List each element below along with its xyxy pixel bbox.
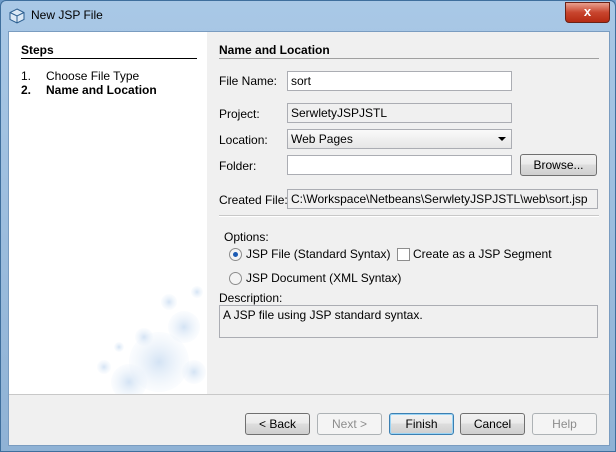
window-title: New JSP File — [31, 8, 103, 22]
step-label: Choose File Type — [46, 69, 140, 83]
browse-button[interactable]: Browse... — [520, 154, 597, 176]
steps-panel: Steps 1. Choose File Type 2. Name and Lo… — [9, 32, 207, 394]
radio-selected-dot — [233, 252, 238, 257]
step-label: Name and Location — [46, 83, 157, 97]
jsp-segment-checkbox[interactable] — [397, 248, 410, 261]
file-name-label: File Name: — [219, 74, 278, 88]
netbeans-cube-icon — [9, 8, 25, 24]
next-button[interactable]: Next > — [317, 413, 382, 435]
created-file-label: Created File: — [219, 193, 288, 207]
location-label: Location: — [219, 133, 268, 147]
description-box: A JSP file using JSP standard syntax. — [219, 305, 598, 338]
options-label: Options: — [224, 230, 269, 244]
jsp-document-label[interactable]: JSP Document (XML Syntax) — [246, 271, 401, 285]
steps-divider — [21, 58, 197, 59]
title-bar[interactable]: New JSP File x — [1, 1, 615, 31]
jsp-document-radio[interactable] — [229, 272, 242, 285]
folder-input[interactable] — [287, 155, 512, 175]
project-field: SerwletyJSPJSTL — [287, 103, 512, 123]
cancel-button[interactable]: Cancel — [460, 413, 525, 435]
title-divider — [219, 58, 599, 59]
button-bar-divider — [9, 394, 609, 395]
step-number: 1. — [21, 69, 32, 83]
step-number: 2. — [21, 83, 32, 97]
chevron-down-icon — [498, 137, 506, 141]
decorative-bubbles-image — [97, 286, 206, 394]
finish-button[interactable]: Finish — [389, 413, 454, 435]
page-title: Name and Location — [219, 43, 330, 57]
project-label: Project: — [219, 107, 260, 121]
dialog-window: New JSP File x Steps 1. Choose File Type… — [0, 0, 616, 452]
jsp-file-radio[interactable] — [229, 248, 242, 261]
description-text: A JSP file using JSP standard syntax. — [223, 308, 423, 322]
description-label: Description: — [219, 291, 283, 305]
separator — [219, 215, 599, 217]
location-value: Web Pages — [291, 132, 353, 146]
dialog-content: Steps 1. Choose File Type 2. Name and Lo… — [8, 31, 610, 446]
folder-label: Folder: — [219, 159, 257, 173]
jsp-segment-label[interactable]: Create as a JSP Segment — [413, 247, 552, 261]
close-icon: x — [583, 4, 592, 19]
location-select[interactable]: Web Pages — [287, 129, 512, 149]
close-button[interactable]: x — [565, 2, 610, 23]
back-button[interactable]: < Back — [245, 413, 310, 435]
help-button[interactable]: Help — [532, 413, 597, 435]
created-file-field: C:\Workspace\Netbeans\SerwletyJSPJSTL\we… — [287, 189, 598, 209]
jsp-file-label[interactable]: JSP File (Standard Syntax) — [246, 247, 391, 261]
steps-heading: Steps — [21, 43, 54, 57]
file-name-input[interactable] — [287, 71, 512, 91]
